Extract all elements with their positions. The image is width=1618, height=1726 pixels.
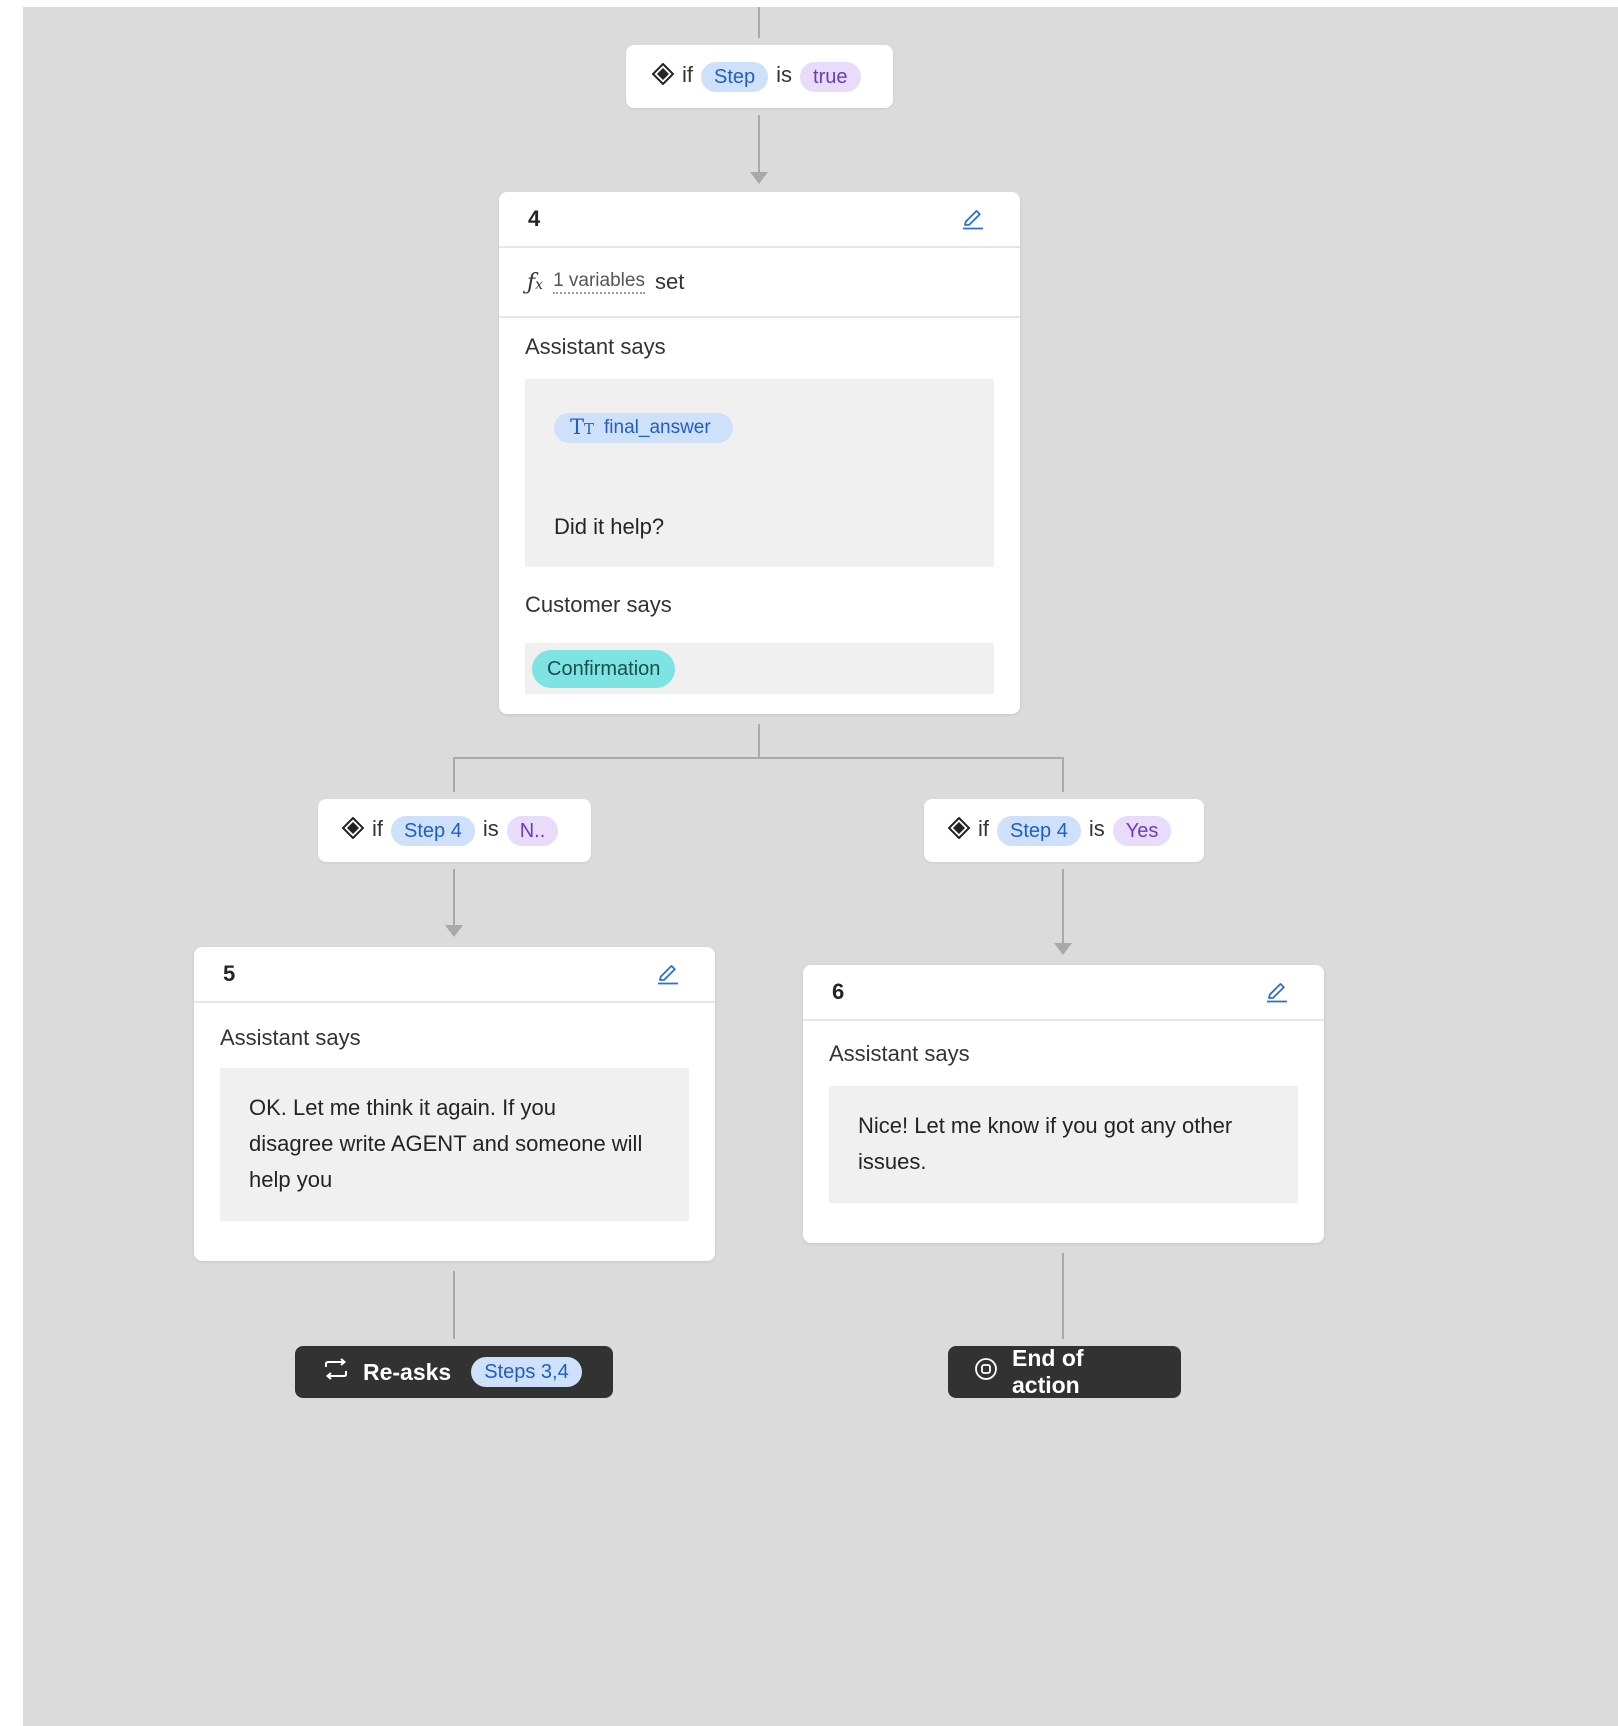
connector <box>1062 757 1064 792</box>
assistant-says-label: Assistant says <box>525 334 666 359</box>
condition-subject-chip: Step 4 <box>391 815 475 846</box>
connector <box>453 1271 455 1339</box>
step-number: 4 <box>528 206 541 231</box>
step-card-4[interactable]: 4 ƒx 1 variables set Assistant says TT f… <box>499 192 1020 714</box>
condition-diamond-icon <box>651 62 675 91</box>
reask-steps-badge: Steps 3,4 <box>471 1357 582 1387</box>
message-line: issues. <box>858 1149 927 1174</box>
connector <box>1062 869 1064 949</box>
condition-value-chip: Yes <box>1112 815 1172 846</box>
variables-suffix: set <box>654 269 685 294</box>
connector-arrow <box>750 172 768 184</box>
message-line: help you <box>249 1167 333 1192</box>
step-number: 6 <box>832 979 845 1004</box>
variables-count-link[interactable]: 1 variables <box>553 270 645 294</box>
connector-arrow <box>445 925 463 937</box>
branch-connector <box>453 757 1064 759</box>
customer-response-box[interactable]: Confirmation <box>525 643 994 694</box>
condition-diamond-icon <box>947 816 971 845</box>
connector <box>453 869 455 931</box>
connector <box>1062 1253 1064 1339</box>
assistant-says-label: Assistant says <box>829 1041 970 1066</box>
connector-arrow <box>1054 943 1072 955</box>
condition-subject-chip: Step 4 <box>997 815 1081 846</box>
condition-value-chip: true <box>800 61 861 92</box>
condition-is: is <box>776 61 793 87</box>
message-line: Nice! Let me know if you got any other <box>858 1113 1233 1138</box>
condition-is: is <box>482 815 499 841</box>
reask-node[interactable]: Re-asks Steps 3,4 <box>295 1346 613 1398</box>
flow-canvas: if Step is true 4 ƒx 1 variables set Ass… <box>23 7 1618 1726</box>
assistant-message-box[interactable]: OK. Let me think it again. If you disagr… <box>220 1068 689 1221</box>
condition-node-left[interactable]: if Step 4 is N.. <box>318 799 591 862</box>
end-of-action-node[interactable]: End of action <box>948 1345 1181 1398</box>
edit-pencil-icon[interactable] <box>653 959 683 989</box>
edit-pencil-icon[interactable] <box>1262 977 1292 1007</box>
condition-if: if <box>978 815 989 841</box>
step-card-6[interactable]: 6 Assistant says Nice! Let me know if yo… <box>803 965 1324 1243</box>
variable-chip-label: final_answer <box>604 417 711 438</box>
condition-node-top[interactable]: if Step is true <box>626 45 893 108</box>
repeat-icon <box>323 1357 349 1387</box>
assistant-says-label: Assistant says <box>220 1025 361 1050</box>
step-card-header: 5 <box>194 947 715 1003</box>
customer-says-label: Customer says <box>525 592 672 617</box>
function-fx-icon: ƒx <box>527 269 544 295</box>
reask-label: Re-asks <box>363 1358 452 1385</box>
entity-chip: Confirmation <box>532 649 676 688</box>
end-of-action-label: End of action <box>1012 1345 1084 1398</box>
connector <box>453 757 455 792</box>
condition-diamond-icon <box>341 816 365 845</box>
connector <box>758 7 760 38</box>
condition-if: if <box>682 61 693 87</box>
assistant-message-box[interactable]: TT final_answer Did it help? <box>525 379 994 567</box>
stop-circle-icon <box>974 1357 998 1387</box>
step-card-header: 6 <box>803 965 1324 1021</box>
condition-is: is <box>1088 815 1105 841</box>
message-line: disagree write AGENT and someone will <box>249 1131 643 1156</box>
variables-row: ƒx 1 variables set <box>499 248 1020 318</box>
condition-value-chip: N.. <box>506 815 559 846</box>
edit-pencil-icon[interactable] <box>958 204 988 234</box>
message-line: OK. Let me think it again. If you <box>249 1095 556 1120</box>
connector <box>758 724 760 759</box>
assistant-message-text: Did it help? <box>554 514 665 539</box>
assistant-message-box[interactable]: Nice! Let me know if you got any other i… <box>829 1086 1298 1203</box>
step-number: 5 <box>223 961 236 986</box>
condition-node-right[interactable]: if Step 4 is Yes <box>924 799 1204 862</box>
step-card-5[interactable]: 5 Assistant says OK. Let me think it aga… <box>194 947 715 1261</box>
step-card-header: 4 <box>499 192 1020 248</box>
condition-subject-chip: Step <box>701 61 769 92</box>
condition-if: if <box>372 815 383 841</box>
text-type-icon: TT <box>570 415 595 439</box>
variable-chip: TT final_answer <box>554 413 733 443</box>
connector <box>758 115 760 177</box>
